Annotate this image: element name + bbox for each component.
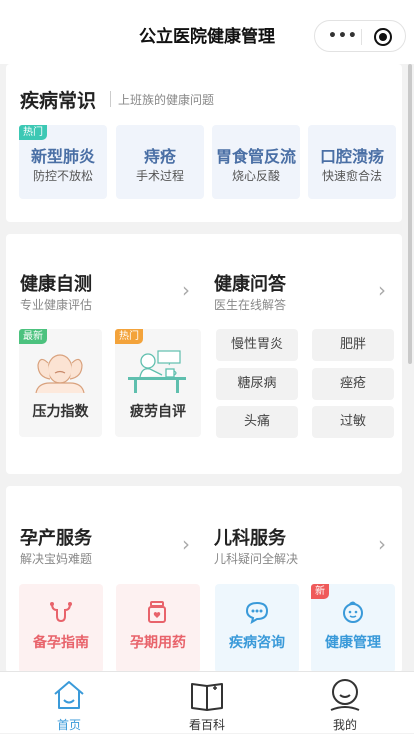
tab-label: 看百科 [188, 718, 225, 732]
chevron-right-icon[interactable]: › [378, 278, 386, 302]
miniprogram-capsule: ••• [314, 20, 406, 52]
qa-subtitle: 医生在线解答 [214, 298, 287, 312]
close-miniprogram-icon[interactable] [374, 28, 392, 46]
maternity-title: 孕产服务 [20, 528, 92, 549]
more-icon[interactable]: ••• [328, 28, 358, 44]
tab-mine[interactable]: 我的 [276, 672, 414, 734]
qa-tag-chronic-gastritis[interactable]: 慢性胃炎 [216, 329, 298, 361]
knowledge-tile-mouth-ulcer[interactable]: 口腔溃疡 快速愈合法 [308, 125, 396, 199]
hot-badge: 热门 [19, 125, 47, 140]
scrollbar[interactable] [408, 64, 412, 364]
medicine-bottle-icon [148, 601, 166, 623]
tab-encyclopedia[interactable]: 看百科 [138, 672, 276, 734]
pregnancy-guide-tile[interactable]: 备孕指南 [19, 584, 103, 673]
tile-desc: 烧心反酸 [231, 169, 280, 183]
chevron-right-icon[interactable]: › [182, 278, 190, 302]
qa-title: 健康问答 [214, 274, 286, 295]
disease-knowledge-card: 疾病常识 上班族的健康问题 热门 新型肺炎 防控不放松 痔疮 手术过程 胃食管反… [6, 64, 402, 222]
tile-label: 孕期用药 [130, 635, 186, 651]
qa-tag-obesity[interactable]: 肥胖 [312, 329, 394, 361]
tile-desc: 快速愈合法 [321, 169, 382, 183]
tab-home[interactable]: 首页 [0, 672, 138, 734]
pediatrics-title: 儿科服务 [214, 528, 286, 549]
tile-label: 健康管理 [325, 635, 381, 651]
chevron-right-icon[interactable]: › [182, 532, 190, 556]
tile-title: 口腔溃疡 [319, 147, 384, 166]
tired-at-desk-icon [128, 350, 186, 393]
knowledge-tile-gerd[interactable]: 胃食管反流 烧心反酸 [212, 125, 300, 199]
top-navigation-bar: 公立医院健康管理 ••• [0, 0, 414, 64]
tile-label: 压力指数 [32, 404, 89, 420]
title-divider [110, 91, 111, 107]
maternity-and-pediatrics-card: 孕产服务 解决宝妈难题 › 儿科服务 儿科疑问全解决 › 备孕指南 孕期用药 疾… [6, 486, 402, 673]
capsule-divider [361, 29, 362, 45]
pregnancy-medication-tile[interactable]: 孕期用药 [116, 584, 200, 673]
child-health-management-tile[interactable]: 新 健康管理 [311, 584, 395, 673]
stressed-person-icon [35, 354, 85, 393]
fatigue-test-tile[interactable]: 热门 疲劳自评 [115, 329, 201, 437]
chevron-right-icon[interactable]: › [378, 532, 386, 556]
new-badge: 新 [311, 584, 329, 599]
baby-face-icon [343, 601, 363, 623]
pediatrics-subtitle: 儿科疑问全解决 [214, 552, 299, 566]
knowledge-tile-pneumonia[interactable]: 热门 新型肺炎 防控不放松 [19, 125, 107, 199]
qa-tag-diabetes[interactable]: 糖尿病 [216, 368, 298, 400]
tab-label: 我的 [332, 718, 357, 732]
maternity-subtitle: 解决宝妈难题 [20, 552, 93, 566]
tile-title: 胃食管反流 [215, 147, 296, 166]
self-test-subtitle: 专业健康评估 [20, 298, 93, 312]
knowledge-tile-hemorrhoids[interactable]: 痔疮 手术过程 [116, 125, 204, 199]
tile-label: 疾病咨询 [229, 635, 285, 651]
qa-tag-allergy[interactable]: 过敏 [312, 406, 394, 438]
disease-consult-tile[interactable]: 疾病咨询 [215, 584, 299, 673]
tab-label: 首页 [56, 718, 81, 732]
tile-desc: 手术过程 [135, 169, 184, 183]
tile-label: 备孕指南 [33, 635, 89, 651]
home-icon [54, 681, 84, 709]
uterus-icon [50, 602, 72, 623]
new-badge: 最新 [19, 329, 47, 344]
tile-desc: 防控不放松 [32, 169, 93, 183]
qa-tag-acne[interactable]: 痤疮 [312, 368, 394, 400]
self-test-and-qa-card: 健康自测 专业健康评估 › 健康问答 医生在线解答 › 最新 压力指数 热门 疲… [6, 234, 402, 474]
section-title: 疾病常识 [20, 90, 97, 112]
chat-bubble-icon [245, 601, 269, 625]
tile-title: 痔疮 [143, 147, 176, 166]
user-icon [330, 679, 360, 711]
book-icon [191, 683, 223, 711]
self-test-title: 健康自测 [20, 274, 92, 295]
hot-badge: 热门 [115, 329, 143, 344]
section-subtitle: 上班族的健康问题 [118, 93, 215, 107]
tile-label: 疲劳自评 [130, 404, 186, 420]
qa-tag-headache[interactable]: 头痛 [216, 406, 298, 438]
bottom-tab-bar: 首页 看百科 我的 [0, 671, 414, 733]
tile-title: 新型肺炎 [30, 147, 95, 166]
stress-index-tile[interactable]: 最新 压力指数 [19, 329, 102, 437]
